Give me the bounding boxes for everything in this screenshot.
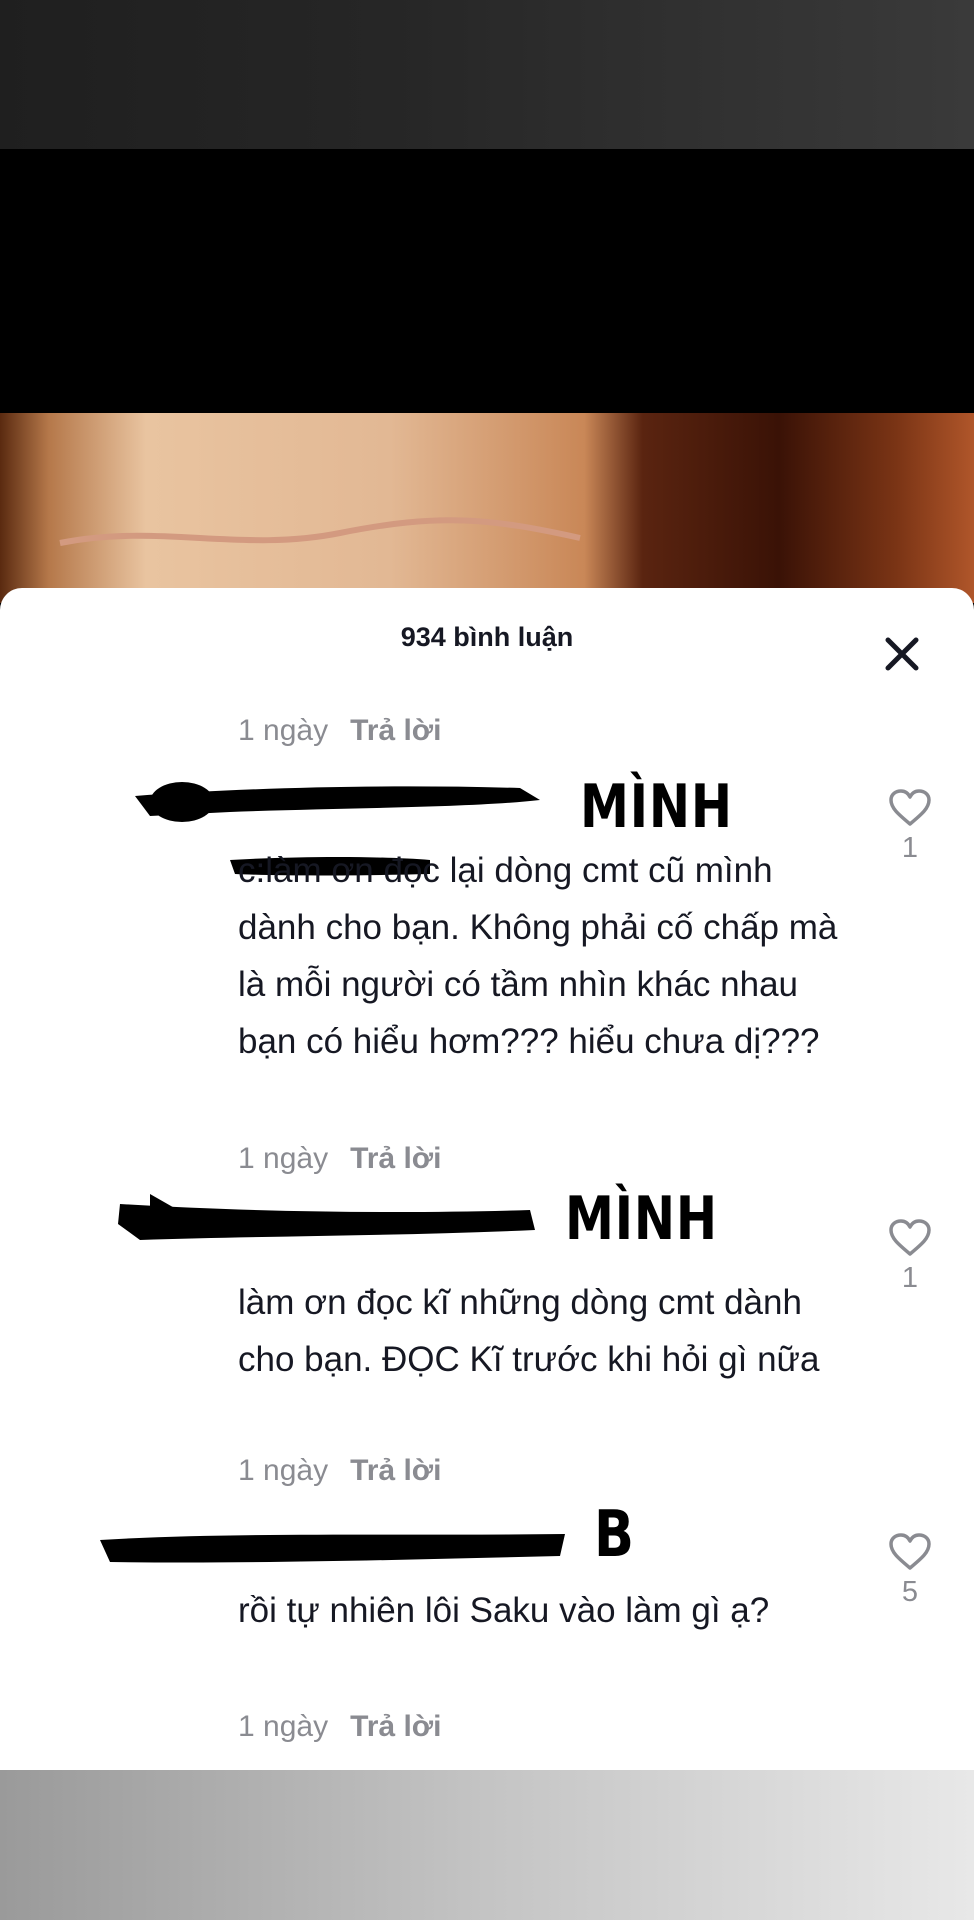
comments-count-title: 934 bình luận [400,622,574,652]
reply-button[interactable]: Trả lời [350,1454,441,1487]
heart-outline-icon [889,1219,931,1256]
comment-author-row: MÌNH [0,1184,974,1274]
like-count: 1 [901,1262,919,1294]
bottom-area [0,1770,974,1920]
comment-time: 1 ngày [238,1142,329,1175]
comment-meta: 1 ngày Trả lời [238,714,441,748]
comment-text: rồi tự nhiên lôi Saku vào làm gì ạ? [238,1591,770,1630]
comment-meta: 1 ngày Trả lời [238,1142,441,1176]
author-name-tag: MÌNH [565,1184,718,1254]
reply-button[interactable]: Trả lời [350,714,441,747]
like-count: 5 [901,1576,919,1608]
close-button[interactable] [880,632,924,676]
comment-author-row: B [0,1498,974,1588]
like-button[interactable]: 5 [880,1532,940,1609]
video-top-area [0,0,974,149]
comment-text: làm ơn đọc kĩ những dòng cmt dành cho bạ… [238,1283,820,1379]
video-stripe [59,517,581,546]
comment-meta: 1 ngày Trả lời [238,1710,441,1744]
heart-outline-icon [889,789,931,826]
video-letterbox [0,149,974,413]
comments-sheet: 934 bình luận 1 ngày Trả lời MÌNH c:làm ơ… [0,588,974,1770]
redaction-scribble [118,1194,535,1240]
comment-text: c:làm ơn đọc lại dòng cmt cũ mình dành c… [238,851,838,1061]
close-icon [885,637,919,671]
heart-outline-icon [889,1533,931,1570]
author-name-tag: B [594,1498,635,1572]
author-name-tag: MÌNH [580,772,733,842]
comment-time: 1 ngày [238,1454,329,1487]
comment-time: 1 ngày [238,1710,329,1743]
like-button[interactable]: 1 [880,1218,940,1295]
comment-meta: 1 ngày Trả lời [238,1454,441,1488]
comment-time: 1 ngày [238,714,329,747]
like-button[interactable]: 1 [880,788,940,865]
like-count: 1 [901,832,919,864]
comment-author-row: MÌNH [0,764,974,876]
reply-button[interactable]: Trả lời [350,1142,441,1175]
reply-button[interactable]: Trả lời [350,1710,441,1743]
video-frame [0,413,974,603]
